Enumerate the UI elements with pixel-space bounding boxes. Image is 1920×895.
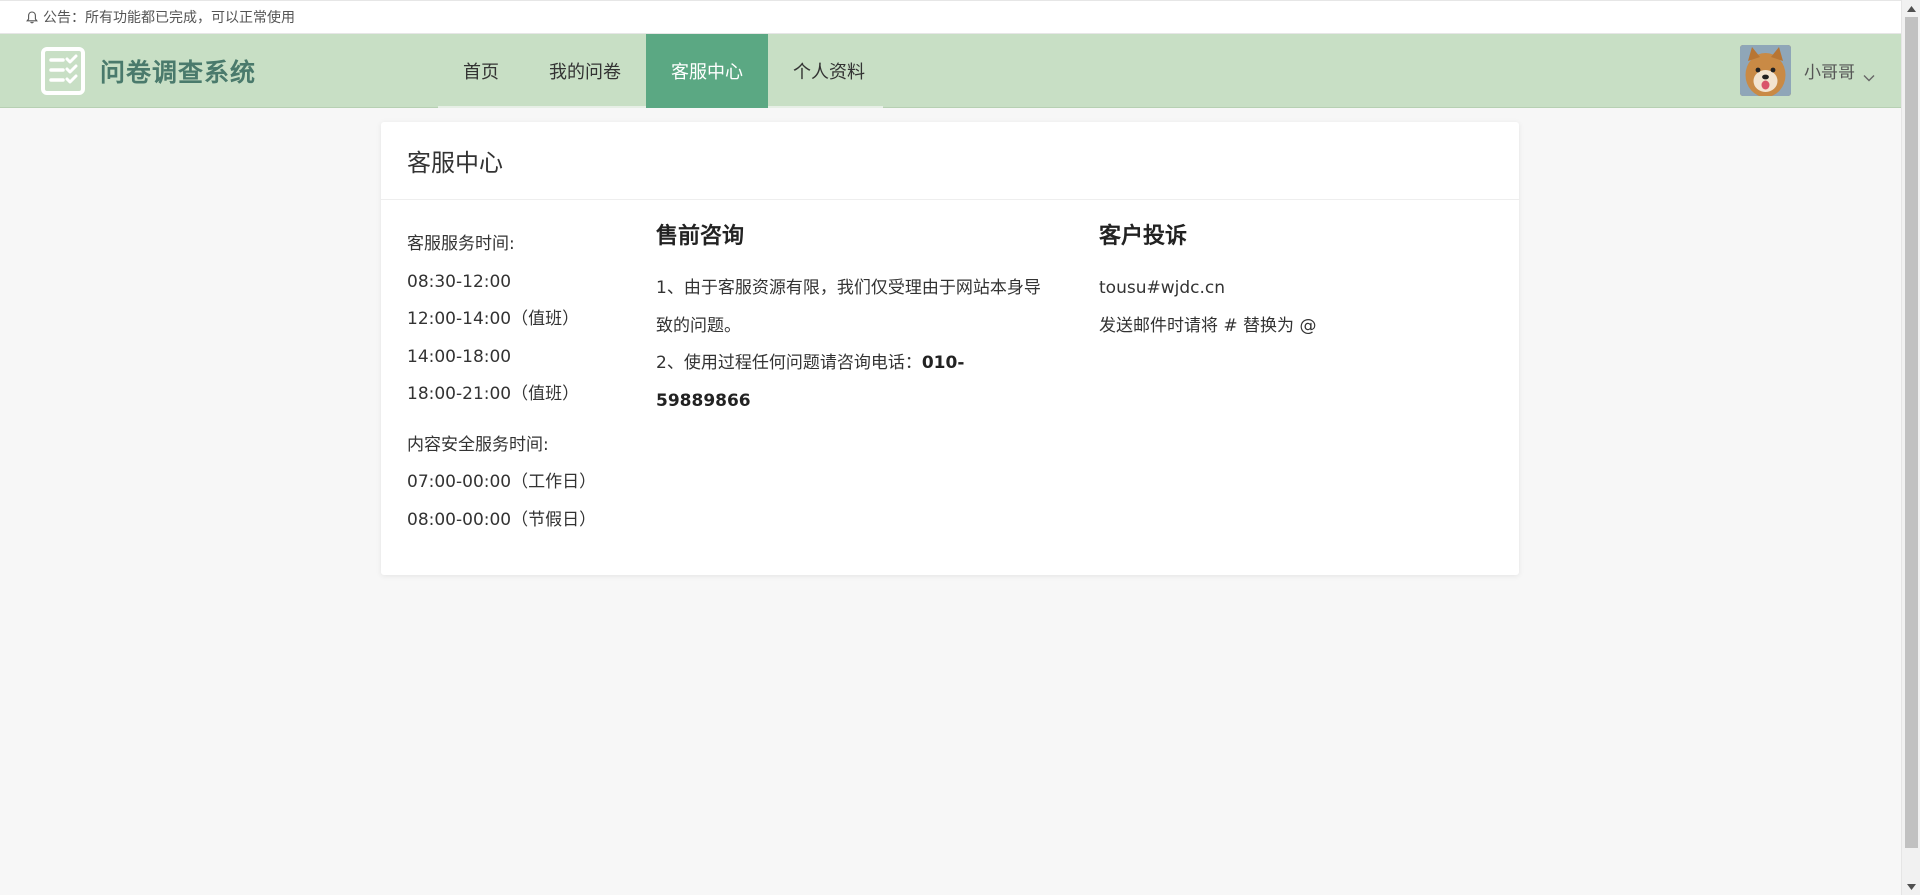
header: 问卷调查系统 首页 我的问卷 客服中心 个人资料 小哥哥 <box>0 34 1901 108</box>
user-menu[interactable]: 小哥哥 <box>1740 45 1875 96</box>
main-nav: 首页 我的问卷 客服中心 个人资料 <box>438 34 890 108</box>
service-time: 08:30-12:00 <box>407 271 512 292</box>
username: 小哥哥 <box>1804 63 1855 83</box>
vertical-scrollbar[interactable] <box>1901 0 1920 895</box>
card-title: 客服中心 <box>381 122 1519 200</box>
nav-item-home[interactable]: 首页 <box>438 34 524 108</box>
complaint-title: 客户投诉 <box>1099 224 1188 249</box>
complaint-section: 客户投诉 tousu#wjdc.cn 发送邮件时请将 # 替换为 @ <box>1099 224 1479 345</box>
page: 公告：所有功能都已完成，可以正常使用 问卷调查系统 首页 我的问卷 客服中心 个… <box>0 0 1901 895</box>
service-time: 18:00-21:00（值班） <box>407 384 580 404</box>
scrollbar-thumb[interactable] <box>1905 17 1918 848</box>
logo-text: 问卷调查系统 <box>100 58 257 87</box>
security-time: 07:00-00:00（工作日） <box>407 472 597 492</box>
presale-title: 售前咨询 <box>656 224 745 249</box>
presale-section: 售前咨询 1、由于客服资源有限，我们仅受理由于网站本身导致的问题。 2、使用过程… <box>656 224 1056 420</box>
notice-bar: 公告：所有功能都已完成，可以正常使用 <box>0 0 1901 34</box>
customer-service-card: 客服中心 客服服务时间: 08:30-12:00 12:00-14:00（值班）… <box>381 122 1519 575</box>
complaint-email: tousu#wjdc.cn <box>1099 278 1226 298</box>
security-hours-label: 内容安全服务时间: <box>407 434 549 455</box>
bell-icon <box>25 10 39 24</box>
complaint-note: 发送邮件时请将 # 替换为 @ <box>1099 315 1317 336</box>
security-time: 08:00-00:00（节假日） <box>407 509 597 530</box>
nav-item-profile[interactable]: 个人资料 <box>768 34 890 108</box>
arrow-down-icon[interactable] <box>1902 878 1920 895</box>
presale-item-2: 2、使用过程任何问题请咨询电话：010-59889866 <box>656 345 1056 420</box>
service-hours-label: 客服服务时间: <box>407 234 515 254</box>
nav-item-customer-service[interactable]: 客服中心 <box>646 34 768 108</box>
nav-item-my-surveys[interactable]: 我的问卷 <box>524 34 646 108</box>
chevron-down-icon[interactable] <box>1863 67 1875 81</box>
checklist-icon <box>40 46 86 96</box>
service-time: 12:00-14:00（值班） <box>407 309 580 329</box>
presale-item-2-text: 2、使用过程任何问题请咨询电话： <box>656 353 922 373</box>
service-time: 14:00-18:00 <box>407 346 512 367</box>
presale-item-1: 1、由于客服资源有限，我们仅受理由于网站本身导致的问题。 <box>656 278 1041 336</box>
logo[interactable]: 问卷调查系统 <box>40 46 256 96</box>
avatar[interactable] <box>1740 45 1791 96</box>
service-hours: 客服服务时间: 08:30-12:00 12:00-14:00（值班） 14:0… <box>407 226 627 539</box>
arrow-up-icon[interactable] <box>1902 0 1920 17</box>
notice-text: 公告：所有功能都已完成，可以正常使用 <box>43 10 295 26</box>
